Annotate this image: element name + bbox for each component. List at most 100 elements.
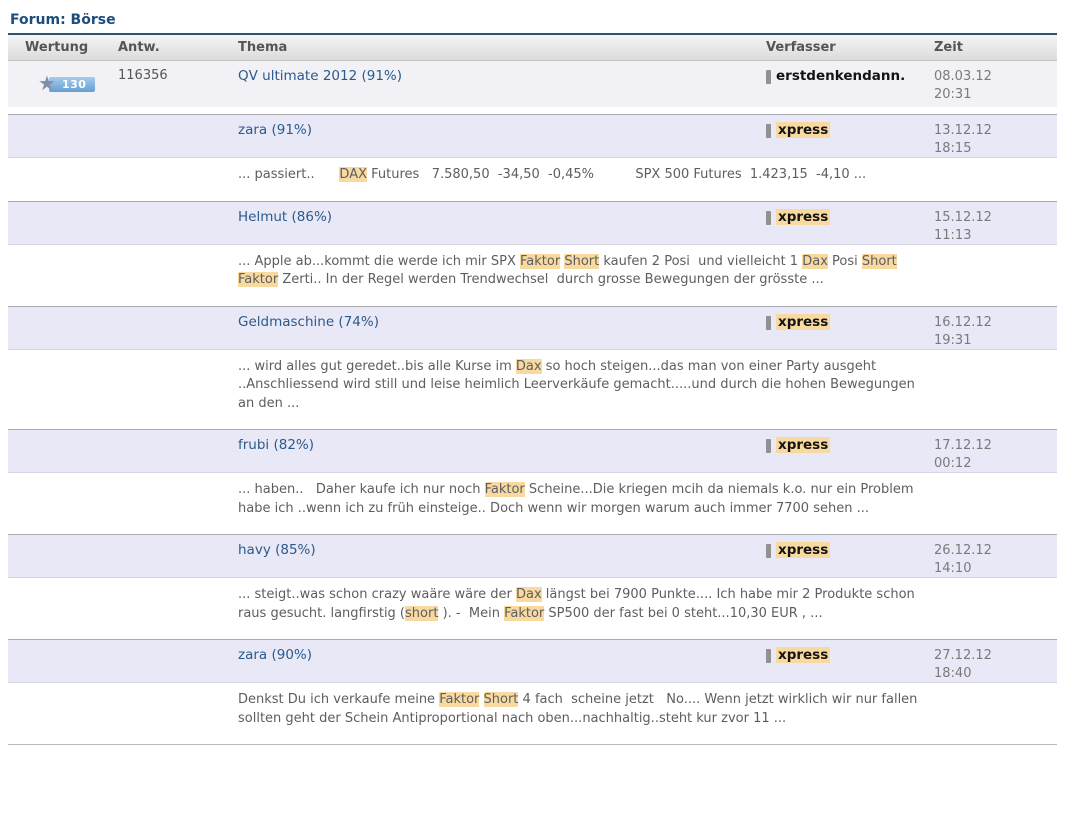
snippet-row: Denkst Du ich verkaufe meine Faktor Shor… [8, 683, 1057, 745]
snippet-text: SP500 der fast bei 0 steht...10,30 EUR ,… [544, 605, 823, 621]
post-result: zara (91%) xpress 13.12.12 18:15 ... passier… [8, 114, 1057, 201]
rating-cell: ★ 130 [8, 61, 110, 107]
timestamp-cell: 26.12.12 14:10 [926, 535, 1057, 577]
answers-count [110, 202, 230, 244]
highlighted-search-term: Faktor [520, 253, 561, 269]
rating-cell [8, 307, 110, 349]
snippet-text: kaufen 2 Posi und vielleicht 1 [599, 253, 803, 269]
post-date: 27.12.12 [934, 648, 992, 663]
table-row: ★ 130 116356 QV ultimate 2012 (91%) erstdenk… [8, 61, 1057, 107]
snippet-text: ... steigt..was schon crazy waäre wäre d… [238, 587, 516, 602]
snippet-text: ... haben.. Daher kaufe ich nur noch [238, 482, 485, 497]
timestamp-cell: 27.12.12 18:40 [926, 640, 1057, 682]
topic-link[interactable]: Geldmaschine (74%) [238, 314, 379, 330]
post-time: 14:10 [934, 561, 972, 576]
post-date: 08.03.12 [934, 69, 992, 84]
timestamp-cell: 08.03.12 20:31 [926, 61, 1057, 107]
author-cell: xpress [758, 430, 926, 472]
highlighted-search-term: Dax [515, 358, 542, 374]
topic-link[interactable]: havy (85%) [238, 542, 316, 558]
author-link[interactable]: erstdenkendann. [776, 68, 905, 84]
answers-count [110, 430, 230, 472]
post-date: 15.12.12 [934, 209, 992, 225]
column-header-verfasser: Verfasser [766, 40, 836, 55]
column-header-wertung: Wertung [25, 40, 89, 55]
table-row: havy (85%) xpress 26.12.12 14:10 [8, 534, 1057, 578]
post-snippet: ... passiert.. DAX Futures 7.580,50 -34,… [238, 166, 930, 185]
post-snippet: ... Apple ab...kommt die werde ich mir S… [238, 253, 930, 290]
post-snippet: ... steigt..was schon crazy waäre wäre d… [238, 586, 930, 623]
column-header-thema: Thema [238, 40, 288, 55]
timestamp-cell: 15.12.12 11:13 [926, 202, 1057, 244]
snippet-text [479, 692, 483, 707]
answers-count: 116356 [118, 68, 168, 83]
author-link[interactable]: xpress [776, 122, 831, 138]
column-header-antw: Antw. [118, 40, 160, 55]
page-title: Forum: Börse [10, 12, 116, 28]
thread-rating[interactable]: ★ 130 [16, 68, 110, 107]
user-presence-icon [766, 544, 771, 558]
post-snippet: Denkst Du ich verkaufe meine Faktor Shor… [238, 691, 930, 728]
results-body: ★ 130 116356 QV ultimate 2012 (91%) erstdenk… [8, 61, 1057, 745]
post-time: 18:15 [934, 141, 972, 156]
topic-link[interactable]: Helmut (86%) [238, 209, 332, 225]
post-result: havy (85%) xpress 26.12.12 14:10 ... steigt.… [8, 534, 1057, 639]
author-link[interactable]: xpress [776, 313, 831, 330]
post-result: frubi (82%) xpress 17.12.12 00:12 ... haben.… [8, 429, 1057, 534]
topic-link[interactable]: zara (90%) [238, 647, 312, 663]
post-time: 11:13 [934, 227, 972, 243]
post-date: 16.12.12 [934, 314, 992, 330]
highlighted-search-term: Dax [516, 587, 542, 602]
author-link[interactable]: xpress [776, 437, 831, 453]
highlighted-search-term: Short [483, 692, 519, 707]
post-snippet: ... wird alles gut geredet..bis alle Kur… [238, 358, 930, 414]
answers-count [110, 535, 230, 577]
snippet-row: ... haben.. Daher kaufe ich nur noch Fak… [8, 473, 1057, 534]
snippet-text: ... wird alles gut geredet..bis alle Kur… [238, 358, 516, 374]
snippet-text: Futures 7.580,50 -34,50 -0,45% SPX 500 F… [367, 167, 867, 182]
snippet-row: ... wird alles gut geredet..bis alle Kur… [8, 349, 1057, 429]
post-result: Helmut (86%) xpress 15.12.12 11:13 ... Apple… [8, 200, 1057, 306]
topic-cell: havy (85%) [230, 535, 758, 577]
topic-cell: frubi (82%) [230, 430, 758, 472]
highlighted-search-term: Short [564, 253, 600, 269]
author-link[interactable]: xpress [776, 208, 831, 225]
snippet-text: Denkst Du ich verkaufe meine [238, 692, 440, 707]
rating-cell [8, 430, 110, 472]
highlighted-search-term: DAX [339, 167, 367, 182]
author-link[interactable]: xpress [776, 542, 831, 558]
table-row: zara (90%) xpress 27.12.12 18:40 [8, 639, 1057, 683]
rating-cell [8, 640, 110, 682]
post-snippet: ... haben.. Daher kaufe ich nur noch Fak… [238, 481, 930, 518]
highlighted-search-term: Faktor [484, 482, 525, 497]
table-row: Geldmaschine (74%) xpress 16.12.12 19:31 [8, 305, 1057, 350]
topic-link[interactable]: QV ultimate 2012 (91%) [238, 68, 402, 84]
star-icon: ★ [38, 71, 56, 95]
rating-cell [8, 535, 110, 577]
snippet-text: ... Apple ab...kommt die werde ich mir S… [238, 253, 520, 269]
column-header-zeit: Zeit [934, 40, 963, 55]
user-presence-icon [766, 124, 771, 138]
author-link[interactable]: xpress [776, 647, 831, 663]
highlighted-search-term: Short [861, 253, 897, 269]
answers-count [110, 640, 230, 682]
snippet-row: ... steigt..was schon crazy waäre wäre d… [8, 578, 1057, 639]
topic-cell: Geldmaschine (74%) [230, 307, 758, 349]
topic-link[interactable]: zara (91%) [238, 122, 312, 138]
topic-link[interactable]: frubi (82%) [238, 437, 314, 453]
snippet-text: ... passiert.. [238, 167, 340, 182]
highlighted-search-term: Faktor [439, 692, 480, 707]
author-cell: xpress [758, 640, 926, 682]
forum-search-results-page: Forum: Börse Wertung Antw. Thema Verfass… [0, 0, 1073, 745]
author-cell: xpress [758, 535, 926, 577]
post-date: 26.12.12 [934, 543, 992, 558]
highlighted-search-term: Dax [802, 253, 828, 269]
post-time: 19:31 [934, 332, 972, 348]
row-spacer [8, 107, 1057, 114]
snippet-text: Zerti.. In der Regel werden Trendwechsel… [278, 272, 824, 287]
post-result: zara (90%) xpress 27.12.12 18:40 Denkst Du i… [8, 639, 1057, 745]
author-cell: erstdenkendann. [758, 61, 926, 107]
author-cell: xpress [758, 202, 926, 244]
post-time: 00:12 [934, 456, 972, 471]
author-cell: xpress [758, 115, 926, 157]
